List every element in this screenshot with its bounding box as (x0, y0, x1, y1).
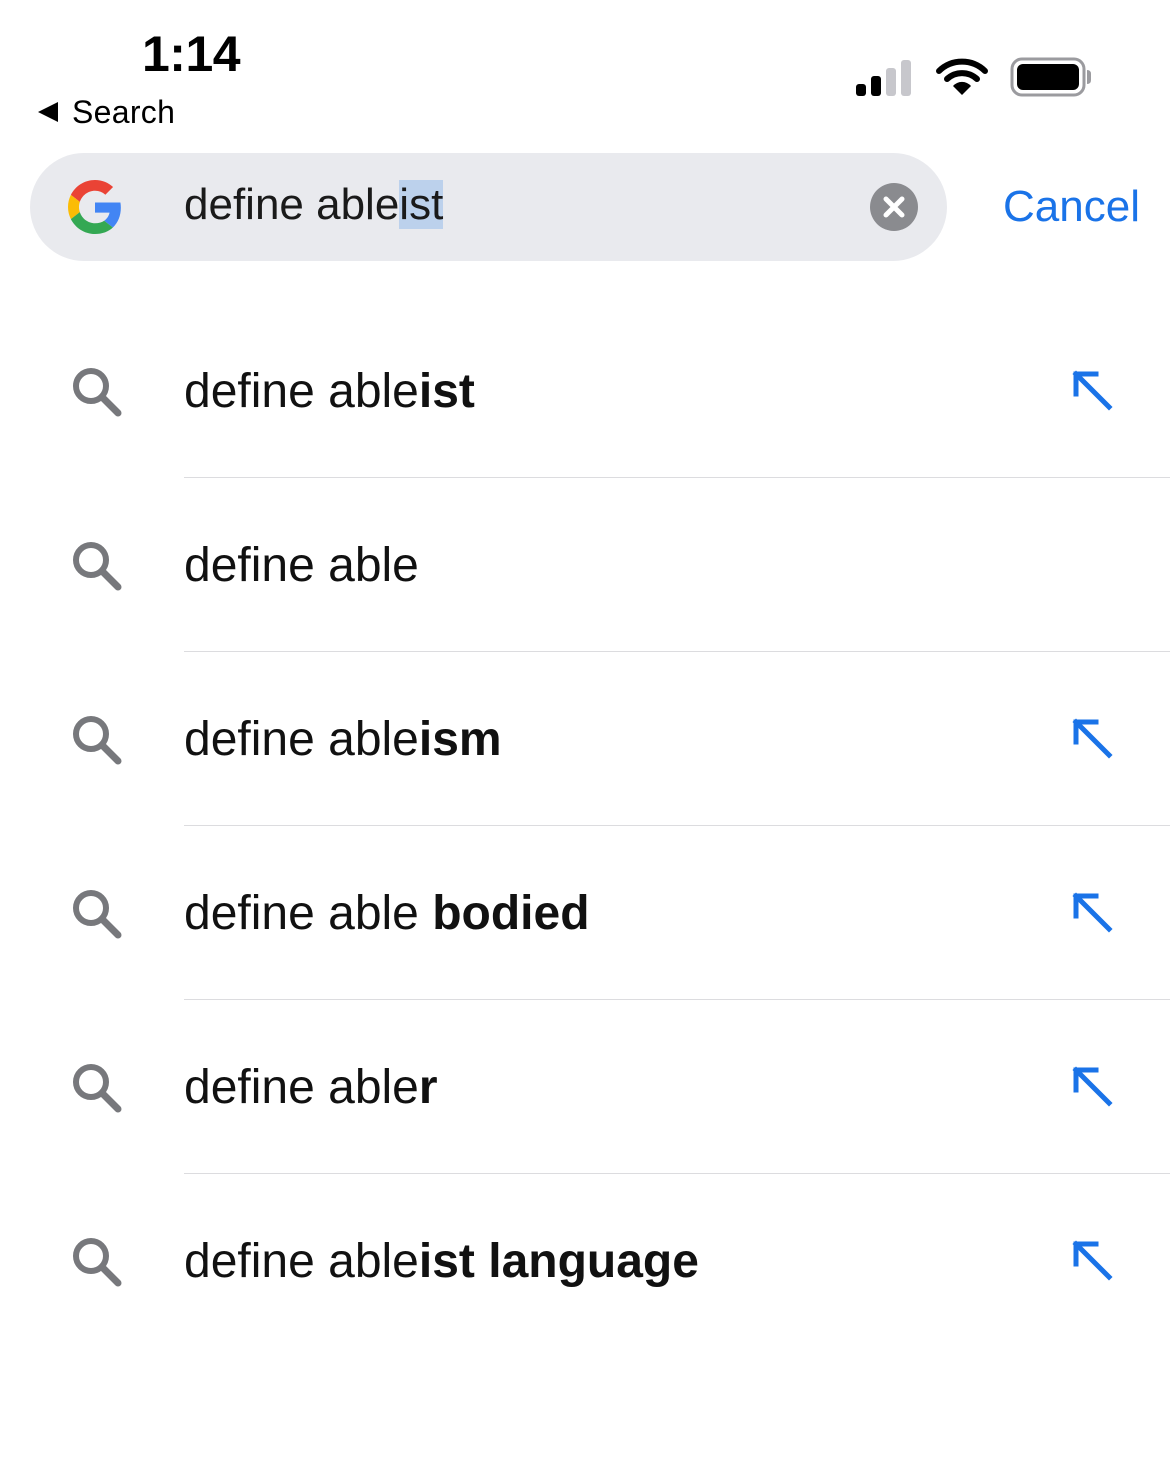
query-prefix: define able (184, 180, 400, 229)
search-icon (73, 1064, 122, 1113)
suggestion-text-bold: ist language (418, 1235, 699, 1288)
suggestion-list: define ableist define able define ableis… (0, 304, 1170, 1348)
fill-query-arrow-icon[interactable] (1070, 1240, 1114, 1284)
suggestion-item[interactable]: define able bodied (0, 826, 1170, 1000)
cancel-button[interactable]: Cancel (1003, 181, 1140, 233)
back-arrow-icon (38, 102, 58, 122)
suggestion-item[interactable]: define ableist (0, 304, 1170, 478)
clear-search-button[interactable] (870, 183, 918, 231)
search-row: define ableist Cancel (30, 153, 1140, 261)
search-icon (73, 542, 122, 591)
fill-query-arrow-icon[interactable] (1070, 718, 1114, 762)
clear-circle-icon (883, 196, 905, 218)
suggestion-text-normal: define able (184, 1235, 419, 1288)
search-icon (73, 368, 122, 417)
status-icons (856, 54, 1092, 100)
fill-query-arrow-icon[interactable] (1070, 892, 1114, 936)
suggestion-text-normal: define able (184, 713, 419, 766)
fill-query-arrow-icon[interactable] (1070, 1066, 1114, 1110)
suggestion-text: define able (184, 536, 419, 596)
suggestion-text: define ableism (184, 710, 502, 770)
suggestion-text-normal: define able (184, 539, 419, 592)
suggestion-text: define ableist language (184, 1232, 699, 1292)
suggestion-item[interactable]: define ableist language (0, 1174, 1170, 1348)
search-input[interactable]: define ableist (30, 153, 947, 261)
suggestion-text-bold: ist (418, 365, 475, 418)
back-label: Search (72, 94, 176, 130)
suggestion-text-normal: define able (184, 887, 433, 940)
suggestion-text-bold: bodied (432, 887, 590, 940)
suggestion-text-bold: r (418, 1061, 438, 1114)
wifi-icon (936, 58, 988, 95)
suggestion-item[interactable]: define ableism (0, 652, 1170, 826)
google-g-icon (68, 180, 121, 234)
suggestion-text: define able bodied (184, 884, 590, 944)
suggestion-text: define abler (184, 1058, 438, 1118)
battery-icon (1010, 57, 1091, 97)
search-icon (73, 716, 122, 765)
suggestion-item[interactable]: define abler (0, 1000, 1170, 1174)
back-to-search-link[interactable]: Search (38, 92, 175, 132)
status-time: 1:14 (142, 26, 241, 82)
suggestion-text-normal: define able (184, 365, 419, 418)
search-icon (73, 1238, 122, 1287)
cellular-signal-icon (856, 60, 911, 96)
suggestion-text: define ableist (184, 362, 475, 422)
suggestion-text-normal: define able (184, 1061, 419, 1114)
search-icon (73, 890, 122, 939)
suggestion-item[interactable]: define able (0, 478, 1170, 652)
suggestion-text-bold: ism (418, 713, 502, 766)
search-query-text: define ableist (184, 175, 444, 235)
query-selected-text: ist (399, 180, 444, 229)
fill-query-arrow-icon[interactable] (1070, 370, 1114, 414)
